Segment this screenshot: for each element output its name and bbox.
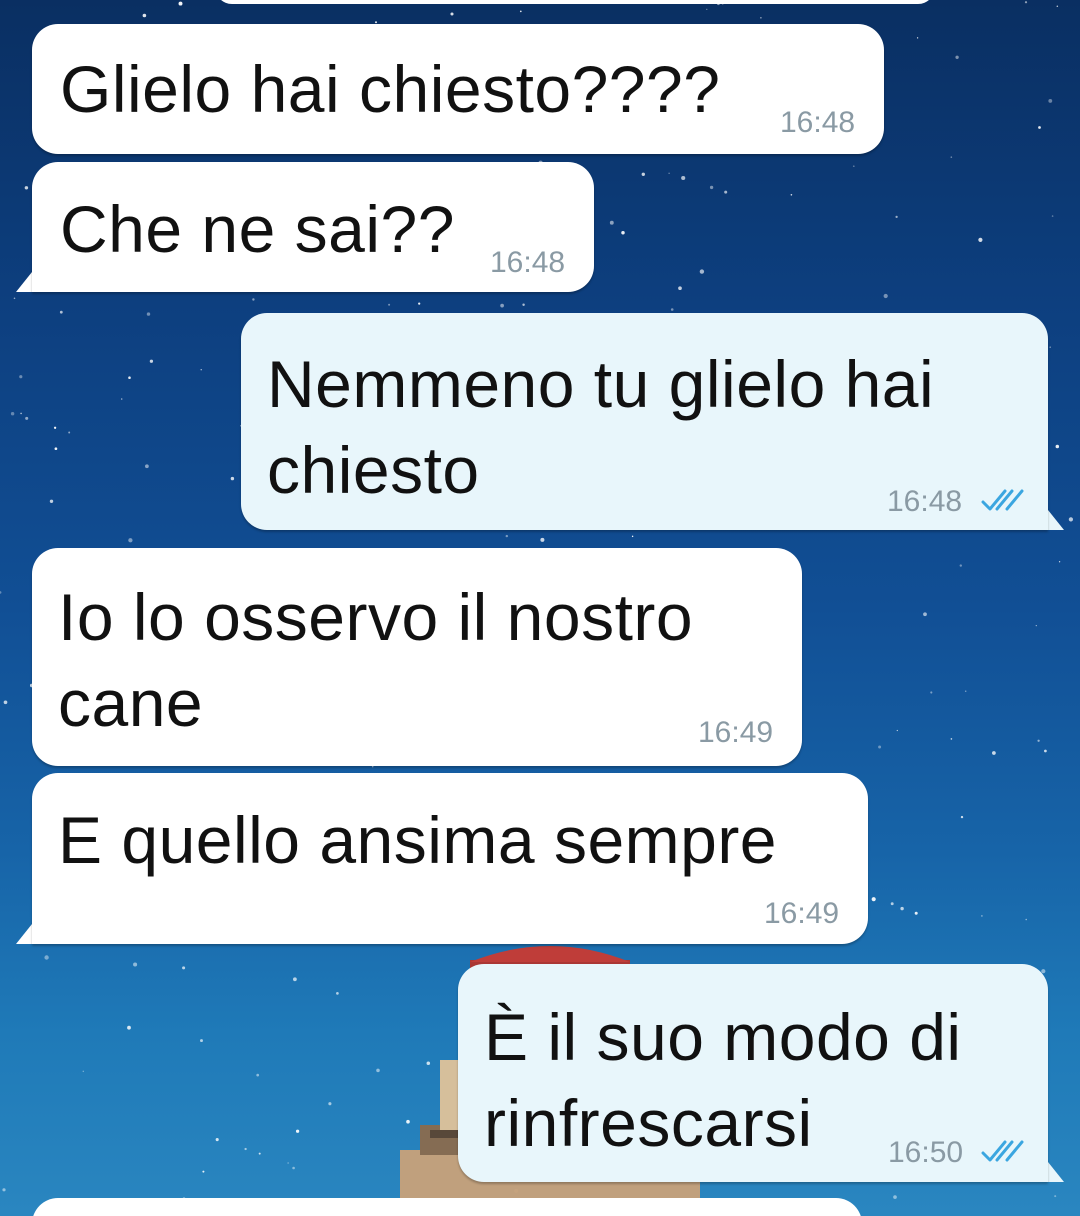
message-text: Che ne sai??	[60, 192, 455, 266]
message-text: Glielo hai chiesto????	[60, 52, 721, 126]
double-check-icon	[981, 489, 1024, 511]
message-bubble-incoming[interactable]: E quello ansima sempre 16:49	[32, 773, 868, 944]
message-bubble-incoming[interactable]: Io lo osservo il nostro cane 16:49	[32, 548, 802, 766]
message-bubble-incoming[interactable]: Glielo hai chiesto???? 16:48	[32, 24, 884, 154]
message-timestamp: 16:48	[887, 485, 963, 518]
message-timestamp: 16:50	[888, 1136, 964, 1169]
message-text: Io lo osservo il nostro cane	[58, 580, 694, 740]
message-timestamp: 16:49	[764, 897, 840, 930]
next-message-edge	[32, 1198, 862, 1216]
message-bubble-incoming[interactable]: Che ne sai?? 16:48	[32, 162, 594, 292]
message-timestamp: 16:48	[490, 246, 566, 279]
double-check-icon	[981, 1140, 1024, 1162]
message-timestamp: 16:49	[698, 716, 774, 749]
message-text: E quello ansima sempre	[58, 803, 778, 877]
message-bubble-outgoing[interactable]: È il suo modo di rinfrescarsi 16:50	[458, 964, 1048, 1182]
message-timestamp: 16:48	[780, 106, 856, 139]
message-bubble-outgoing[interactable]: Nemmeno tu glielo hai chiesto 16:48	[241, 313, 1048, 530]
message-text: Nemmeno tu glielo hai chiesto	[267, 347, 935, 507]
chat-background: Glielo hai chiesto???? 16:48 Che ne sai?…	[0, 0, 1080, 1216]
previous-message-edge	[215, 0, 935, 4]
